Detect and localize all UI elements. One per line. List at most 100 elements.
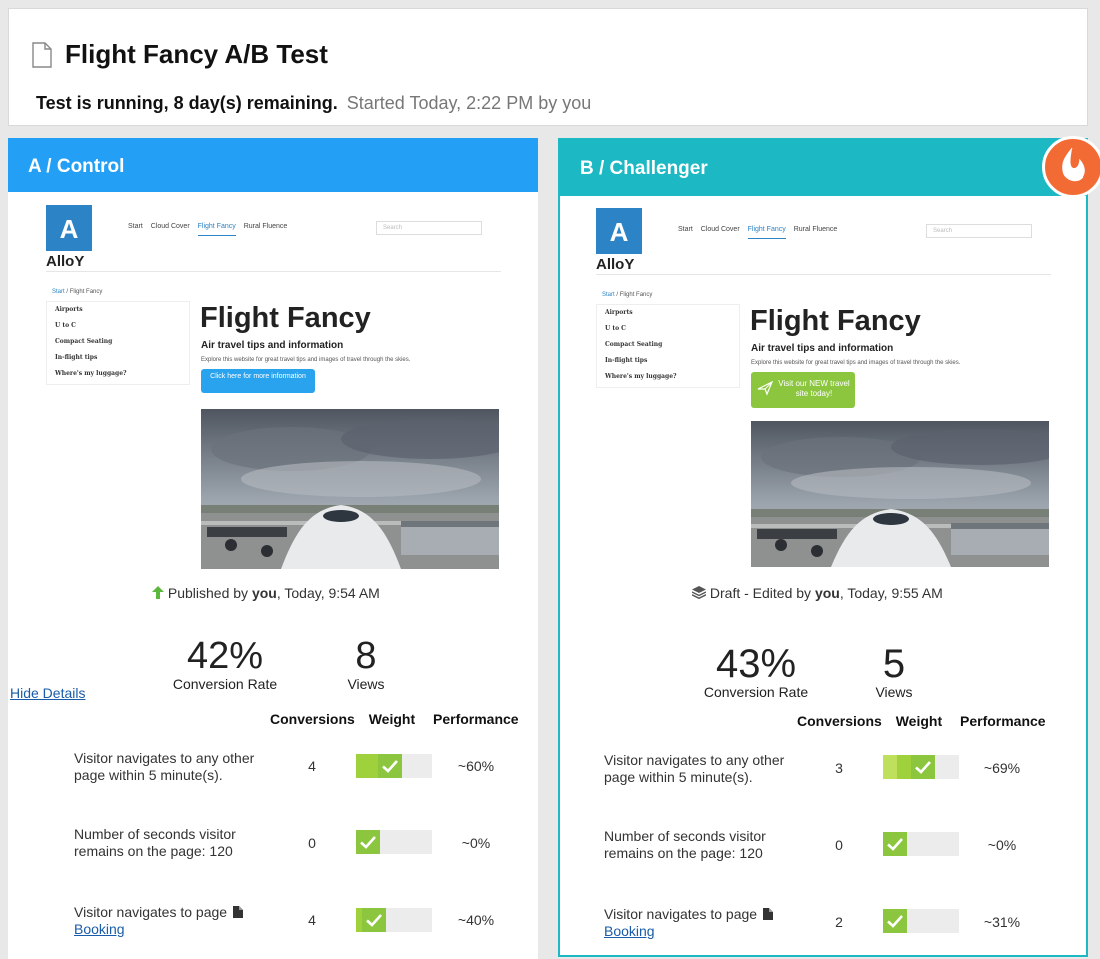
preview-subheading: Air travel tips and information [751,343,894,354]
nav-start: Start [128,223,143,230]
variant-b-preview[interactable]: A AlloY Start Cloud Cover Flight Fancy R… [596,208,1056,583]
conversions-value: 0 [308,835,316,851]
meta-user: you [251,585,277,601]
nav-cloud-cover: Cloud Cover [700,226,740,233]
performance-value: ~0% [987,837,1017,853]
document-icon [32,41,52,68]
goal-text: Visitor navigates to page [604,906,758,922]
weight-bar [883,755,959,779]
preview-breadcrumb: Start / Flight Fancy [52,289,102,295]
crumb-start: Start [602,292,615,298]
nav-rural-fluence: Rural Fluence [793,226,838,233]
preview-description: Explore this website for great travel ti… [201,357,411,363]
views-value: 8 [355,635,377,677]
col-weight: Weight [368,711,416,727]
preview-nav: Start Cloud Cover Flight Fancy Rural Flu… [128,223,293,236]
weight-bar [883,909,959,933]
preview-breadcrumb: Start / Flight Fancy [602,292,652,298]
booking-link[interactable]: Booking [604,923,655,939]
views-value: 5 [882,642,906,686]
meta-time: , Today, 9:54 AM [276,585,380,601]
crumb-sep: / [616,292,619,298]
variant-a-views-metric: 8 Views [326,636,406,692]
page-icon [762,908,773,920]
performance-value: ~69% [983,760,1021,776]
col-performance: Performance [433,711,519,727]
preview-side-menu: Airports U to C Compact Seating In-fligh… [46,301,190,385]
side-link: Where's my luggage? [605,373,677,380]
variant-a-meta: Published by you, Today, 9:54 AM [152,585,380,601]
preview-divider [46,271,501,272]
views-label: Views [347,676,385,692]
crumb-current: Flight Fancy [619,292,653,298]
layers-icon [691,586,707,600]
variant-b-table-header: Conversions Weight Performance [797,713,1046,729]
winner-flame-icon [1042,136,1100,198]
preview-cta-button: Visit our NEW travel site today! [751,372,855,408]
nav-flight-fancy: Flight Fancy [747,226,786,239]
preview-search: Search [376,221,482,235]
alloy-logo: A [596,208,642,254]
meta-time: , Today, 9:55 AM [839,585,943,601]
conversions-value: 3 [835,760,843,776]
alloy-logo: A [46,205,92,251]
side-link: U to C [55,322,76,329]
test-status: Test is running, 8 day(s) remaining. Sta… [36,93,591,114]
meta-prefix: Draft - Edited by [709,585,812,601]
page-icon [232,906,243,918]
preview-divider [596,274,1051,275]
cta-label: Visit our NEW travel site today! [778,379,850,398]
title-row: Flight Fancy A/B Test [31,39,328,70]
airplane-icon [757,380,773,396]
side-link: Compact Seating [605,341,663,348]
meta-prefix: Published by [167,585,249,601]
preview-search: Search [926,224,1032,238]
booking-link[interactable]: Booking [74,921,125,937]
variant-a-preview[interactable]: A AlloY Start Cloud Cover Flight Fancy R… [46,205,506,580]
col-performance: Performance [960,713,1046,729]
conversions-value: 2 [835,914,843,930]
preview-side-menu: Airports U to C Compact Seating In-fligh… [596,304,740,388]
preview-heading: Flight Fancy [200,302,371,334]
weight-bar [356,830,432,854]
nav-flight-fancy: Flight Fancy [197,223,236,236]
col-conversions: Conversions [797,713,882,729]
conversion-rate-label: Conversion Rate [172,676,278,692]
conversions-value: 4 [308,758,316,774]
variant-a-title: A / Control [8,138,538,192]
side-link: Where's my luggage? [55,370,127,377]
goal-description: Visitor navigates to any other page with… [604,752,785,785]
meta-user: you [814,585,840,601]
weight-bar [356,908,432,932]
page-title: Flight Fancy A/B Test [65,39,328,69]
performance-value: ~40% [457,912,495,928]
goal-text: Visitor navigates to page [74,904,228,920]
col-weight: Weight [895,713,943,729]
nav-cloud-cover: Cloud Cover [150,223,190,230]
conversion-rate-value: 43% [715,642,797,686]
nav-rural-fluence: Rural Fluence [243,223,288,230]
checkmark-icon [378,754,402,778]
performance-value: ~31% [983,914,1021,930]
conversions-value: 0 [835,837,843,853]
test-header: Flight Fancy A/B Test Test is running, 8… [8,8,1088,126]
airplane-photo [751,421,1049,581]
conversion-rate-label: Conversion Rate [703,684,809,700]
conversion-rate-value: 42% [186,635,264,677]
side-link: U to C [605,325,626,332]
goal-description: Visitor navigates to page Booking [74,904,274,938]
variant-b-meta: Draft - Edited by you, Today, 9:55 AM [691,585,943,601]
crumb-sep: / [66,289,69,295]
weight-bar [883,832,959,856]
performance-value: ~0% [461,835,491,851]
crumb-start: Start [52,289,65,295]
side-link: Airports [605,309,633,316]
goal-description: Visitor navigates to page Booking [604,906,804,940]
preview-nav: Start Cloud Cover Flight Fancy Rural Flu… [678,226,843,239]
variant-b-conversion-metric: 43% Conversion Rate [693,644,819,700]
performance-value: ~60% [457,758,495,774]
side-link: In-flight tips [55,354,98,361]
views-label: Views [875,684,913,700]
hide-details-link[interactable]: Hide Details [10,685,85,701]
variant-a-table-header: Conversions Weight Performance [270,711,519,727]
